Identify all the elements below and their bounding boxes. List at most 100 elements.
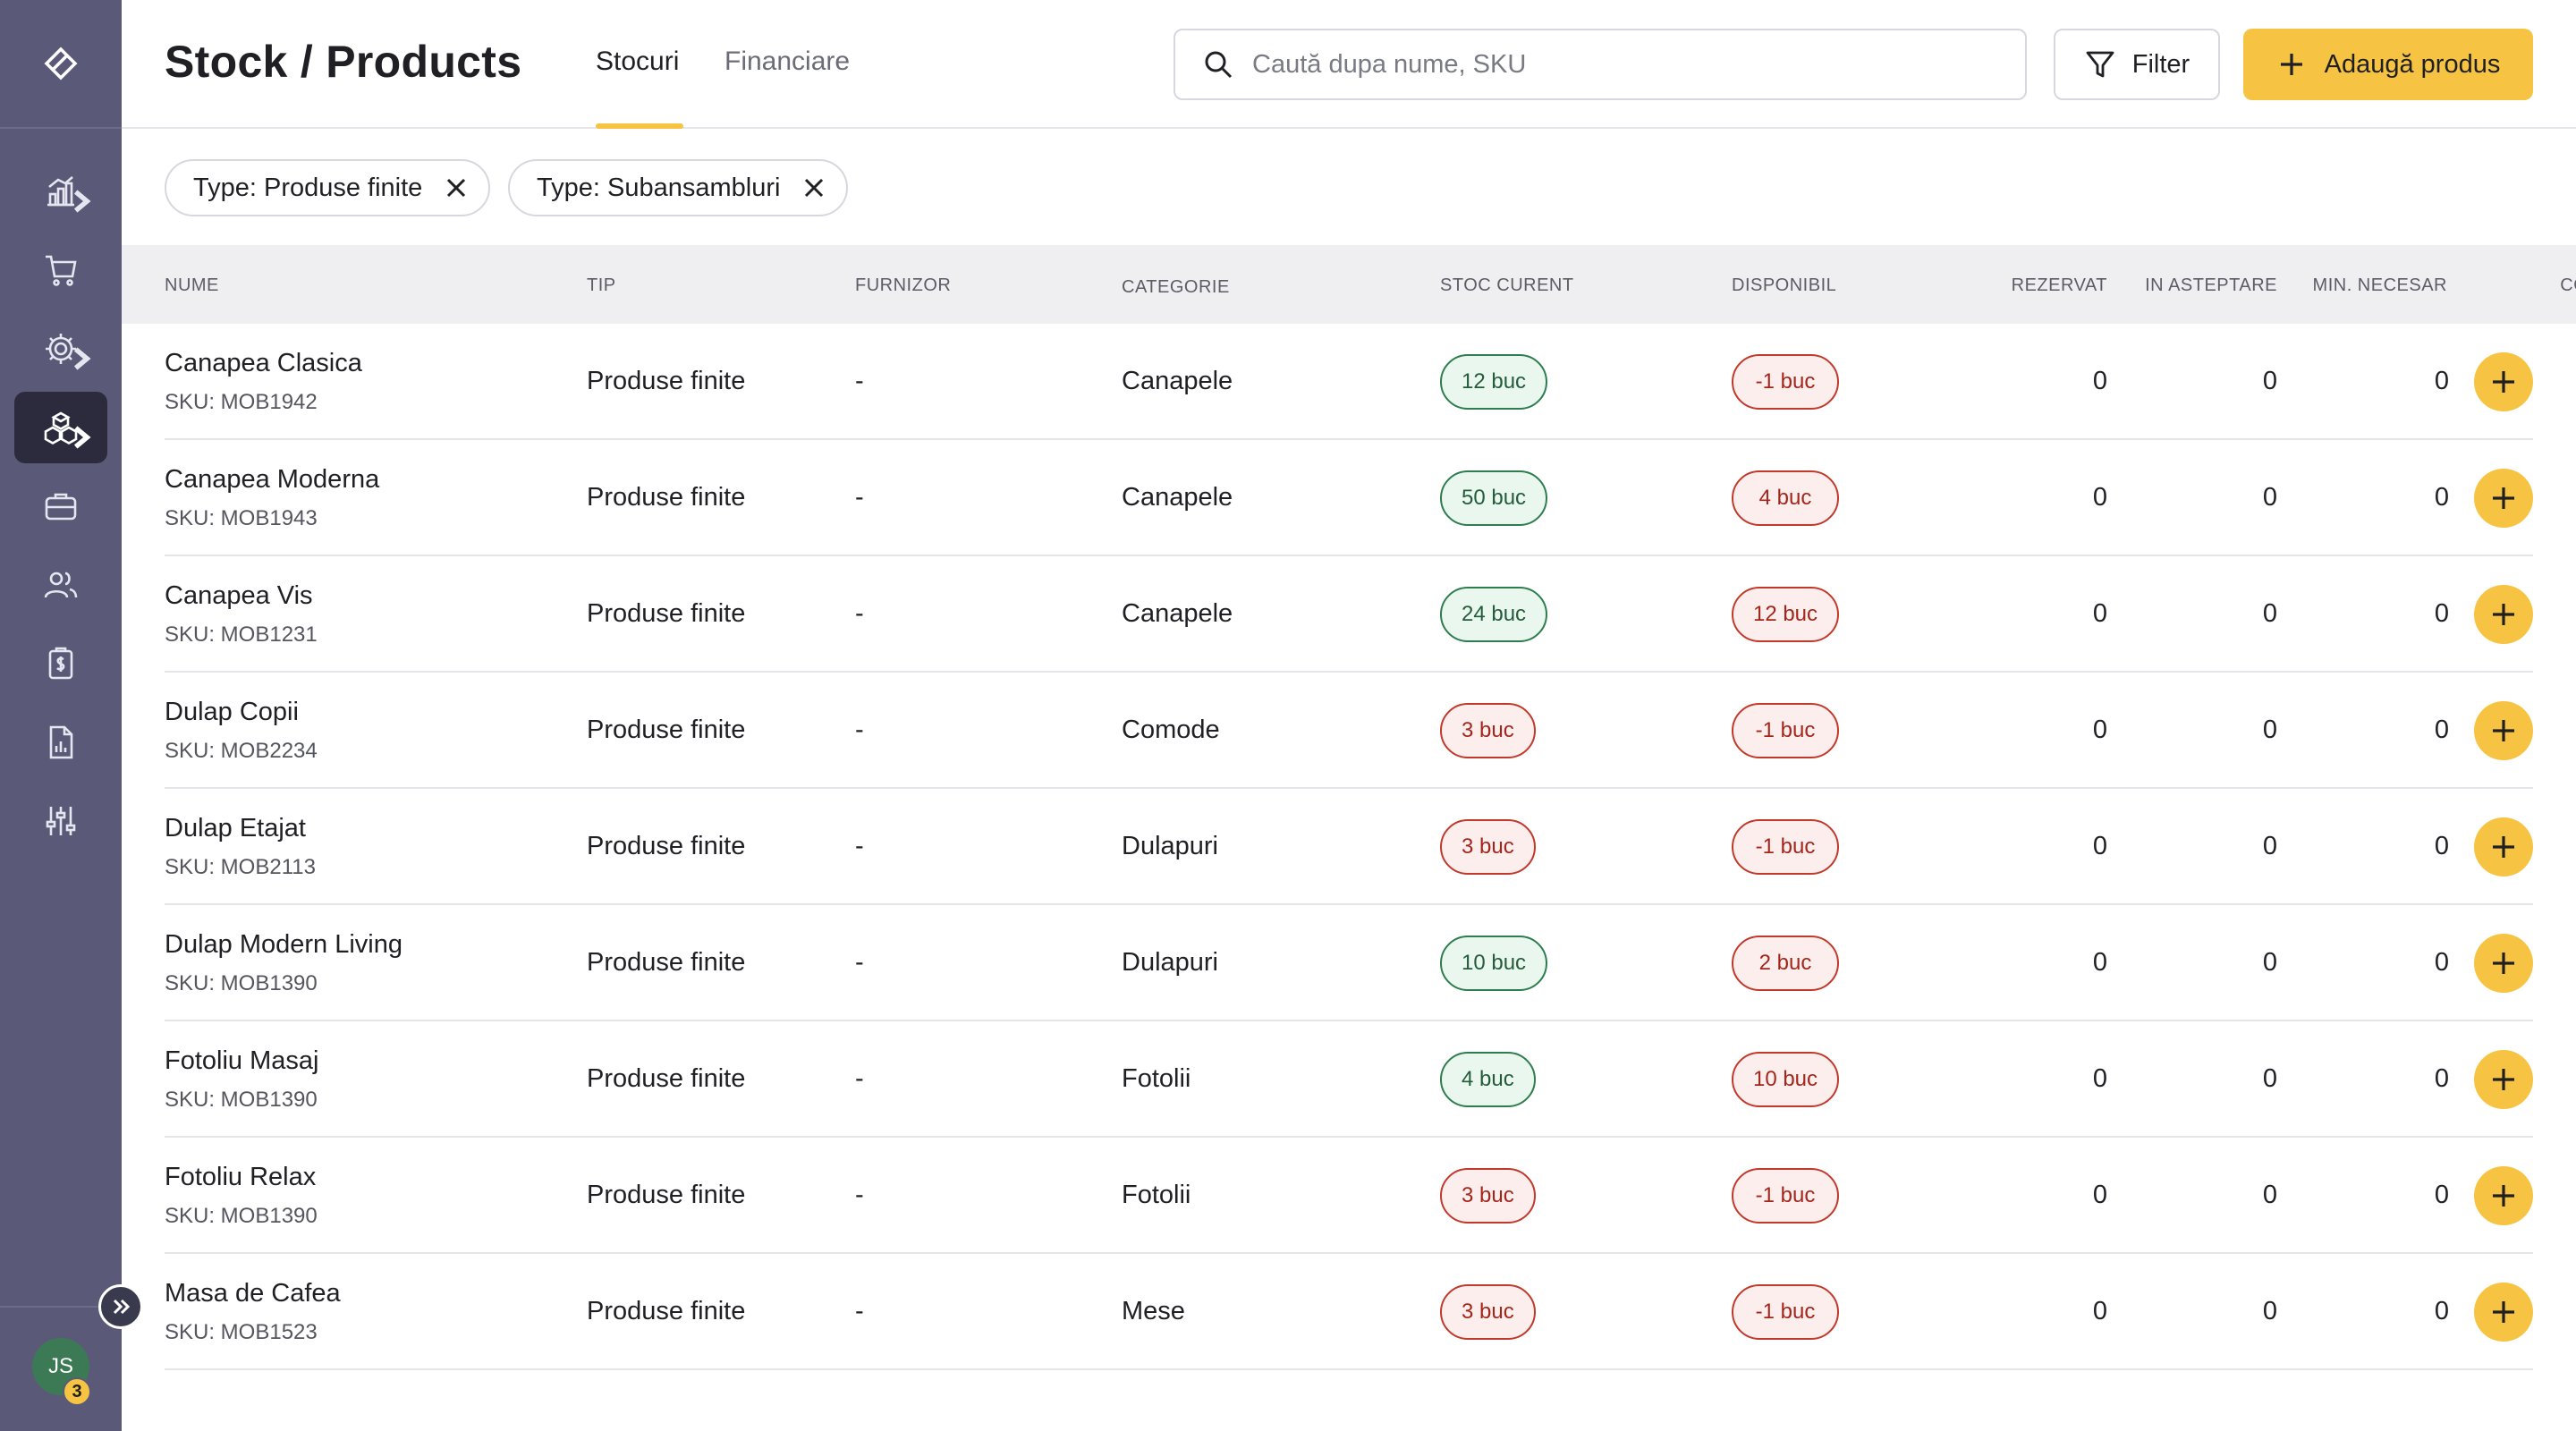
order-button[interactable] xyxy=(2474,585,2533,644)
reserved-value: 0 xyxy=(2092,1064,2107,1093)
sidebar-item-users[interactable] xyxy=(14,549,107,621)
product-sku: SKU: MOB1943 xyxy=(165,506,318,530)
product-name[interactable]: Dulap Copii xyxy=(165,698,299,727)
sidebar-item-configuration[interactable] xyxy=(14,785,107,857)
product-category: Fotolii xyxy=(1122,1064,1191,1093)
product-type: Produse finite xyxy=(587,1297,746,1325)
pending-value: 0 xyxy=(2262,1064,2277,1093)
product-name[interactable]: Canapea Clasica xyxy=(165,349,362,378)
close-icon[interactable] xyxy=(800,174,828,202)
product-sku: SKU: MOB2234 xyxy=(165,739,318,763)
order-button[interactable] xyxy=(2474,817,2533,876)
pending-value: 0 xyxy=(2262,832,2277,860)
expand-sidebar-button[interactable] xyxy=(98,1284,143,1329)
min-required-value: 0 xyxy=(2434,948,2449,977)
product-sku: SKU: MOB1390 xyxy=(165,1088,318,1112)
sidebar-item-projects[interactable] xyxy=(14,470,107,542)
add-product-button[interactable]: Adaugă produs xyxy=(2243,29,2533,100)
filter-button[interactable]: Filter xyxy=(2054,29,2220,100)
search-input[interactable] xyxy=(1252,49,1986,80)
filter-chip-label: Type: Subansambluri xyxy=(537,173,781,202)
close-icon[interactable] xyxy=(442,174,470,202)
product-name[interactable]: Canapea Moderna xyxy=(165,465,379,495)
min-required-value: 0 xyxy=(2434,832,2449,860)
order-button[interactable] xyxy=(2474,352,2533,411)
sidebar: JS 3 xyxy=(0,0,122,1431)
search-box[interactable] xyxy=(1174,29,2027,100)
order-button[interactable] xyxy=(2474,1050,2533,1109)
product-supplier: - xyxy=(855,832,864,860)
product-name[interactable]: Masa de Cafea xyxy=(165,1279,341,1308)
sidebar-item-invoices[interactable] xyxy=(14,628,107,699)
sidebar-item-reports[interactable] xyxy=(14,707,107,778)
column-header-category[interactable]: CATEGORIE xyxy=(1122,277,1230,298)
order-button[interactable] xyxy=(2474,1166,2533,1225)
product-supplier: - xyxy=(855,1181,864,1209)
product-name[interactable]: Fotoliu Masaj xyxy=(165,1046,318,1076)
pending-value: 0 xyxy=(2262,1181,2277,1209)
tab-financiare[interactable]: Financiare xyxy=(724,47,850,77)
table-row[interactable]: Canapea Moderna SKU: MOB1943 Produse finit… xyxy=(165,440,2533,556)
table-row[interactable]: Dulap Modern Living SKU: MOB1390 Produse f… xyxy=(165,905,2533,1021)
product-name[interactable]: Dulap Modern Living xyxy=(165,930,402,960)
product-name[interactable]: Dulap Etajat xyxy=(165,814,306,843)
plus-icon xyxy=(2493,1185,2514,1207)
plus-icon xyxy=(2493,371,2514,393)
product-name[interactable]: Fotoliu Relax xyxy=(165,1163,316,1192)
order-button[interactable] xyxy=(2474,701,2533,760)
table-row[interactable]: Canapea Vis SKU: MOB1231 Produse finite - Ca… xyxy=(165,556,2533,673)
table-row[interactable]: Fotoliu Relax SKU: MOB1390 Produse finite -… xyxy=(165,1138,2533,1254)
sidebar-item-analytics[interactable] xyxy=(14,156,107,227)
table-row[interactable]: Fotoliu Masaj SKU: MOB1390 Produse finite -… xyxy=(165,1021,2533,1138)
sidebar-item-orders[interactable] xyxy=(14,234,107,306)
stock-badge: 12 buc xyxy=(1440,354,1548,410)
product-supplier: - xyxy=(855,599,864,628)
stock-badge: 50 buc xyxy=(1440,470,1548,526)
column-header-pending[interactable]: IN ASTEPTARE xyxy=(2080,275,2277,296)
header: Stock / Products Stocuri Financiare Filt… xyxy=(122,0,2576,129)
product-supplier: - xyxy=(855,1064,864,1093)
column-header-order[interactable]: COMANDA xyxy=(2411,275,2576,296)
order-button[interactable] xyxy=(2474,1283,2533,1342)
product-sku: SKU: MOB1942 xyxy=(165,390,318,414)
tab-stocuri[interactable]: Stocuri xyxy=(596,47,679,77)
table-row[interactable]: Dulap Etajat SKU: MOB2113 Produse finite - D… xyxy=(165,789,2533,905)
table-row[interactable]: Dulap Copii SKU: MOB2234 Produse finite - Co… xyxy=(165,673,2533,789)
available-badge: -1 buc xyxy=(1732,819,1839,875)
product-sku: SKU: MOB1390 xyxy=(165,1204,318,1228)
column-header-supplier[interactable]: FURNIZOR xyxy=(855,275,951,296)
table-row[interactable]: Canapea Clasica SKU: MOB1942 Produse finit… xyxy=(165,324,2533,440)
product-supplier: - xyxy=(855,948,864,977)
min-required-value: 0 xyxy=(2434,367,2449,395)
column-header-stock[interactable]: STOC CURENT xyxy=(1440,275,1574,296)
add-product-label: Adaugă produs xyxy=(2324,49,2501,79)
plus-icon xyxy=(2493,487,2514,509)
column-header-name[interactable]: NUME xyxy=(165,275,219,296)
sidebar-item-products[interactable] xyxy=(14,392,107,463)
column-header-available[interactable]: DISPONIBIL xyxy=(1732,275,1836,296)
plus-icon xyxy=(2493,1301,2514,1323)
table-row[interactable]: Masa de Cafea SKU: MOB1523 Produse finite -… xyxy=(165,1254,2533,1370)
column-header-type[interactable]: TIP xyxy=(587,275,616,296)
order-button[interactable] xyxy=(2474,469,2533,528)
chevron-right-icon xyxy=(73,190,91,213)
stock-badge: 3 buc xyxy=(1440,1168,1536,1224)
product-category: Fotolii xyxy=(1122,1181,1191,1209)
filter-chip-subansambluri: Type: Subansambluri xyxy=(508,159,849,216)
product-supplier: - xyxy=(855,367,864,395)
product-type: Produse finite xyxy=(587,1181,746,1209)
product-supplier: - xyxy=(855,716,864,744)
filter-chip-label: Type: Produse finite xyxy=(193,173,423,202)
product-category: Dulapuri xyxy=(1122,832,1218,860)
product-name[interactable]: Canapea Vis xyxy=(165,581,313,611)
product-type: Produse finite xyxy=(587,483,746,512)
filter-icon xyxy=(2086,51,2114,78)
logo[interactable] xyxy=(0,0,122,129)
min-required-value: 0 xyxy=(2434,716,2449,744)
min-required-value: 0 xyxy=(2434,483,2449,512)
sidebar-item-settings[interactable] xyxy=(14,313,107,385)
product-supplier: - xyxy=(855,1297,864,1325)
available-badge: -1 buc xyxy=(1732,703,1839,758)
reserved-value: 0 xyxy=(2092,832,2107,860)
order-button[interactable] xyxy=(2474,934,2533,993)
